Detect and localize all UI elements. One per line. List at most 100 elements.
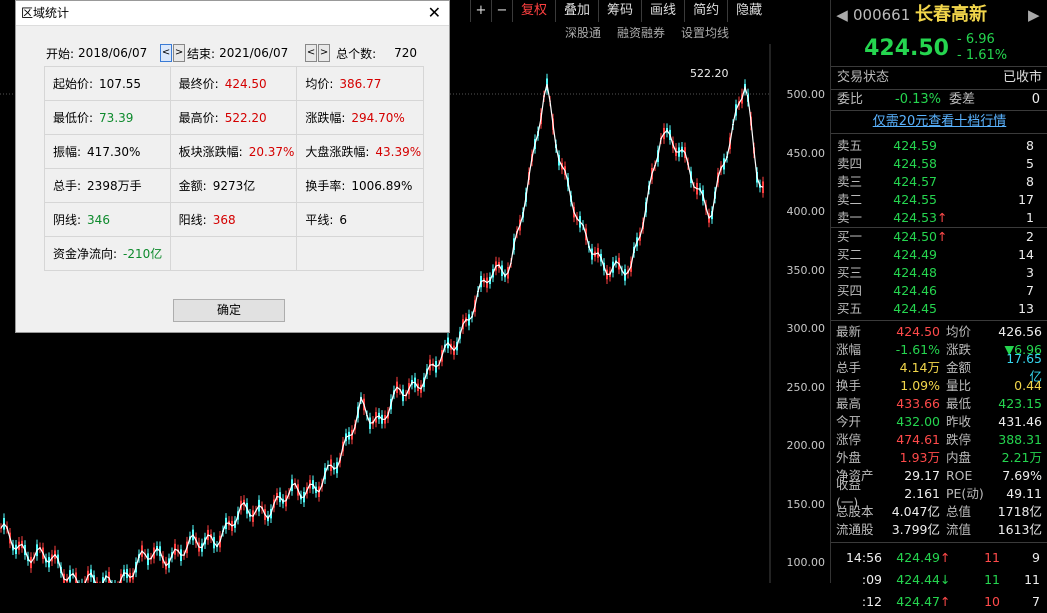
book-label: 买五 <box>837 301 863 316</box>
toolbar-item[interactable]: − <box>491 0 512 22</box>
stat-label: 流值 <box>946 522 972 537</box>
book-row: 买四 424.46 7 <box>831 282 1047 300</box>
stats-cell: 均价: 386.77 <box>296 66 424 101</box>
stats-cell-label: 金额: <box>178 179 207 193</box>
stat-value: 7.69% <box>1002 468 1042 483</box>
toolbar-item[interactable]: 叠加 <box>555 0 598 22</box>
end-prev-button[interactable]: < <box>305 44 318 62</box>
stats-cell <box>169 236 298 271</box>
range-stats-dialog: 区域统计 ✕ 开始: 2018/06/07 < > 结束: 2021/06/07 … <box>15 0 450 333</box>
book-label: 买三 <box>837 265 863 280</box>
stats-cell-value: 9273亿 <box>212 179 256 193</box>
close-icon[interactable]: ✕ <box>428 1 441 25</box>
stats-cell-value: 386.77 <box>339 77 382 91</box>
stats-cell-label: 换手率: <box>305 179 346 193</box>
book-volume: 7 <box>1026 283 1034 298</box>
end-date: 2021/06/07 <box>219 46 289 60</box>
stats-cell: 最低价: 73.39 <box>44 100 171 135</box>
toolbar-item[interactable]: + <box>470 0 491 22</box>
stats-cell-value: 424.50 <box>224 77 267 91</box>
level2-promo-link[interactable]: 仅需20元查看十档行情 <box>831 111 1047 134</box>
prev-stock-icon[interactable]: ◀ <box>831 0 853 30</box>
book-row: 卖一 424.53 ↑ 1 <box>831 209 1047 227</box>
book-label: 卖四 <box>837 156 863 171</box>
stat-label: 总值 <box>946 504 972 519</box>
book-label: 买二 <box>837 247 863 262</box>
book-volume: 13 <box>1018 301 1034 316</box>
sublink[interactable]: 设置均线 <box>681 24 729 44</box>
stats-cell-label: 最终价: <box>178 77 219 91</box>
stats-cell-value: 107.55 <box>99 77 142 91</box>
stat-value: 0.44 <box>1014 378 1042 393</box>
stat-value: 4.14万 <box>899 360 940 375</box>
up-arrow-icon: ↑ <box>937 210 948 225</box>
book-price: 424.55 <box>893 192 937 207</box>
stat-value: 388.31 <box>998 432 1042 447</box>
stats-table-row: 总手: 2398万手 金额: 9273亿 换手率: 1006.89% <box>44 168 424 203</box>
toolbar-item[interactable]: 画线 <box>641 0 684 22</box>
stats-cell: 板块涨跌幅: 20.37% <box>169 134 298 169</box>
stats-cell: 最高价: 522.20 <box>169 100 298 135</box>
ask-list: 卖五 424.59 8 卖四 424.58 5 卖三 424.57 8 卖二 424.55 17 卖一 4… <box>831 134 1047 227</box>
y-tick-label: 450.00 <box>786 146 826 160</box>
book-volume: 14 <box>1018 247 1034 262</box>
stats-cell-label: 均价: <box>305 77 334 91</box>
sublink[interactable]: 融资融券 <box>617 24 665 44</box>
stat-label: 涨幅 <box>836 342 862 357</box>
down-arrow-icon: ↓ <box>940 572 951 587</box>
stat-value: 432.00 <box>896 414 940 429</box>
stats-cell-label: 板块涨跌幅: <box>178 145 243 159</box>
stats-cell-value: 6 <box>339 213 347 227</box>
next-stock-icon[interactable]: ▶ <box>1028 0 1047 30</box>
quote-panel: ◀ 000661 长春高新 ▶ 424.50 - 6.96 - 1.61% 交易… <box>830 0 1047 609</box>
stats-table-row: 振幅: 417.30% 板块涨跌幅: 20.37% 大盘涨跌幅: 43.39% <box>44 134 424 169</box>
book-price: 424.49 <box>893 247 937 262</box>
sublink[interactable]: 深股通 <box>565 24 601 44</box>
chart-sublinks: 深股通 融资融券 设置均线 <box>565 24 825 44</box>
tick-row: :09 424.44 ↓ 11 11 <box>831 569 1047 591</box>
date-range-row: 开始: 2018/06/07 < > 结束: 2021/06/07 < > 总个数:… <box>46 44 417 62</box>
stat-label: 最低 <box>946 396 972 411</box>
ok-button[interactable]: 确定 <box>173 299 285 322</box>
stat-value: 423.15 <box>998 396 1042 411</box>
stats-row: 收益(一) 2.161 PE(动) 49.11 <box>831 477 1047 510</box>
stat-label: ROE <box>946 468 973 483</box>
stats-cell-label: 阴线: <box>53 213 82 227</box>
stat-value: 2.161 <box>904 486 940 501</box>
stats-cell-value: 2398万手 <box>87 179 142 193</box>
stats-cell-label: 涨跌幅: <box>305 111 346 125</box>
tick-time: 14:56 <box>845 550 882 565</box>
stat-value: 1.93万 <box>899 450 940 465</box>
end-next-button[interactable]: > <box>318 44 331 62</box>
stats-cell: 最终价: 424.50 <box>169 66 298 101</box>
stat-label: 今开 <box>836 414 862 429</box>
stat-value: 426.56 <box>998 324 1042 339</box>
y-tick-label: 350.00 <box>786 263 826 277</box>
stats-cell: 涨跌幅: 294.70% <box>296 100 424 135</box>
stats-cell: 金额: 9273亿 <box>169 168 298 203</box>
toolbar-item[interactable]: 简约 <box>684 0 727 22</box>
book-label: 卖二 <box>837 192 863 207</box>
stats-cell-label: 起始价: <box>53 77 94 91</box>
stats-cell: 大盘涨跌幅: 43.39% <box>296 134 424 169</box>
stat-value: 29.17 <box>904 468 940 483</box>
price-block: 424.50 - 6.96 - 1.61% <box>831 30 1047 67</box>
toolbar-item[interactable]: 筹码 <box>598 0 641 22</box>
stat-label: 换手 <box>836 378 862 393</box>
book-volume: 8 <box>1026 138 1034 153</box>
stats-table-row: 阴线: 346 阳线: 368 平线: 6 <box>44 202 424 237</box>
start-next-button[interactable]: > <box>173 44 186 62</box>
stat-label: 总手 <box>836 360 862 375</box>
book-label: 卖五 <box>837 138 863 153</box>
stats-row: 涨停 474.61 跌停 388.31 <box>831 431 1047 449</box>
stats-table: 起始价: 107.55 最终价: 424.50 均价: 386.77 最低价: 73.39 最高… <box>44 66 424 271</box>
toolbar-item[interactable]: 复权 <box>512 0 555 22</box>
stat-label: 跌停 <box>946 432 972 447</box>
toolbar-item[interactable]: 隐藏 <box>727 0 770 22</box>
stat-value: 3.799亿 <box>891 522 940 537</box>
stats-table-row: 起始价: 107.55 最终价: 424.50 均价: 386.77 <box>44 66 424 101</box>
stat-label: 昨收 <box>946 414 972 429</box>
stat-label: 均价 <box>946 324 972 339</box>
start-prev-button[interactable]: < <box>160 44 173 62</box>
stats-cell-value: 73.39 <box>99 111 134 125</box>
